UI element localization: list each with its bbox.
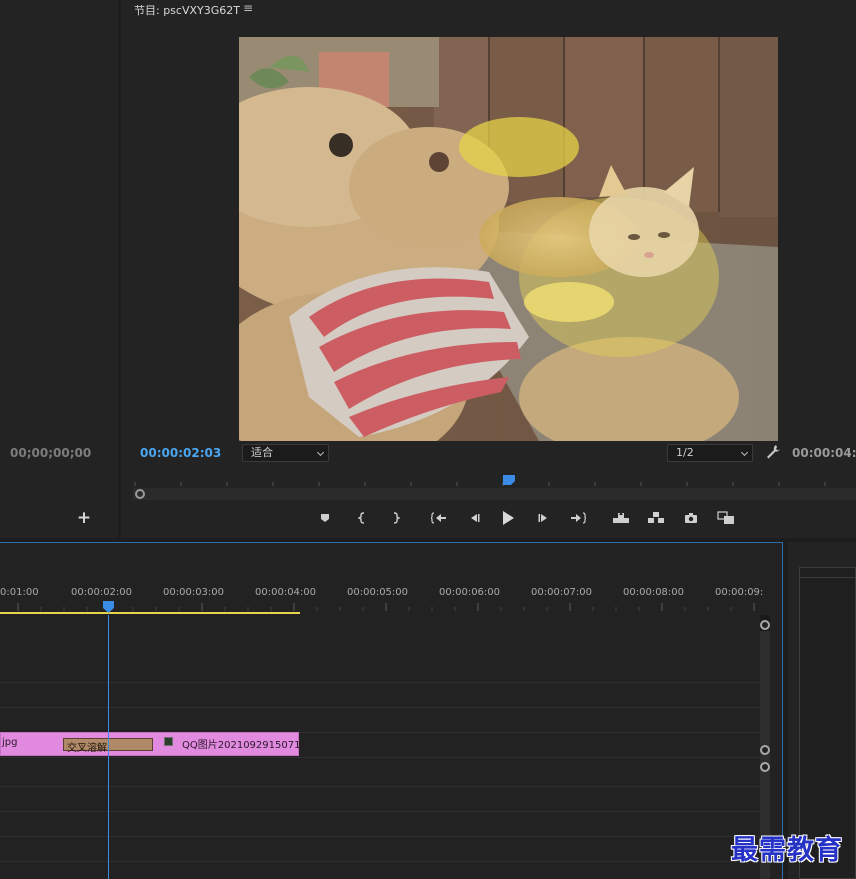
- program-playhead-icon[interactable]: [503, 475, 515, 485]
- track-divider: [0, 757, 760, 758]
- track-divider: [0, 786, 760, 787]
- playback-resolution-select[interactable]: 1/2: [667, 444, 753, 462]
- mark-out-icon[interactable]: [384, 508, 406, 528]
- ruler-ticks: [17, 603, 755, 611]
- scroll-handle-lower[interactable]: [760, 762, 770, 772]
- playhead-timecode[interactable]: 00:00:02:03: [140, 446, 221, 460]
- program-monitor-title[interactable]: 节目: pscVXY3G62T: [134, 2, 240, 18]
- resolution-label: 1/2: [676, 446, 694, 459]
- meter-divider: [800, 577, 856, 578]
- program-video-frame: [239, 37, 778, 441]
- clip-right-name: QQ图片20210929150719.: [182, 740, 310, 751]
- track-divider: [0, 707, 760, 708]
- step-forward-icon[interactable]: [533, 508, 555, 528]
- panel-menu-icon[interactable]: ≡: [243, 1, 253, 15]
- lift-icon[interactable]: [610, 508, 632, 528]
- chevron-down-icon: [316, 448, 325, 457]
- extract-icon[interactable]: [645, 508, 667, 528]
- track-divider: [0, 811, 760, 812]
- go-to-out-icon[interactable]: [567, 508, 589, 528]
- zoom-fit-select[interactable]: 适合: [242, 444, 329, 462]
- video-preview-image: [239, 37, 778, 441]
- program-monitor: 节目: pscVXY3G62T ≡ 00:00:02:03 适合 1/2 00:…: [121, 0, 856, 538]
- track-divider: [0, 861, 760, 862]
- timeline-playhead-icon[interactable]: [103, 601, 114, 613]
- sequence-duration: 00:00:04:0: [792, 446, 856, 460]
- watermark-logo: 最需教育: [731, 835, 843, 866]
- track-divider: [0, 836, 760, 837]
- timeline-playhead-line[interactable]: [108, 615, 109, 879]
- timeline-panel: 0:01:00 00:00:02:00 00:00:03:00 00:00:04…: [0, 542, 783, 879]
- comparison-view-icon[interactable]: [715, 508, 737, 528]
- camera-icon[interactable]: [680, 508, 702, 528]
- zoom-fit-label: 适合: [251, 446, 273, 459]
- source-panel: 00;00;00;00 +: [0, 0, 118, 538]
- marker-icon[interactable]: [314, 508, 336, 528]
- scroll-handle-mid[interactable]: [760, 745, 770, 755]
- scroll-handle-top[interactable]: [760, 620, 770, 630]
- zoom-scroll-handle[interactable]: [135, 489, 145, 499]
- plus-icon[interactable]: +: [76, 509, 92, 527]
- program-scrub-bar[interactable]: [133, 488, 856, 500]
- play-icon[interactable]: [497, 508, 519, 528]
- chevron-down-icon: [740, 448, 749, 457]
- fx-badge-icon: [164, 737, 173, 746]
- go-to-in-icon[interactable]: [428, 508, 450, 528]
- mark-in-icon[interactable]: [352, 508, 374, 528]
- program-time-ruler[interactable]: [133, 476, 856, 486]
- wrench-icon[interactable]: [765, 444, 781, 460]
- work-area-bar[interactable]: [0, 612, 300, 614]
- timeline-ruler[interactable]: 0:01:00 00:00:02:00 00:00:03:00 00:00:04…: [0, 543, 763, 615]
- transition-label: 交叉溶解: [67, 743, 107, 754]
- premiere-workspace: 00;00;00;00 + 节目: pscVXY3G62T ≡ 00:00:02…: [0, 0, 856, 879]
- track-divider: [0, 682, 760, 683]
- step-back-icon[interactable]: [463, 508, 485, 528]
- clip-left-name: jpg: [2, 737, 18, 748]
- source-timecode[interactable]: 00;00;00;00: [10, 446, 91, 460]
